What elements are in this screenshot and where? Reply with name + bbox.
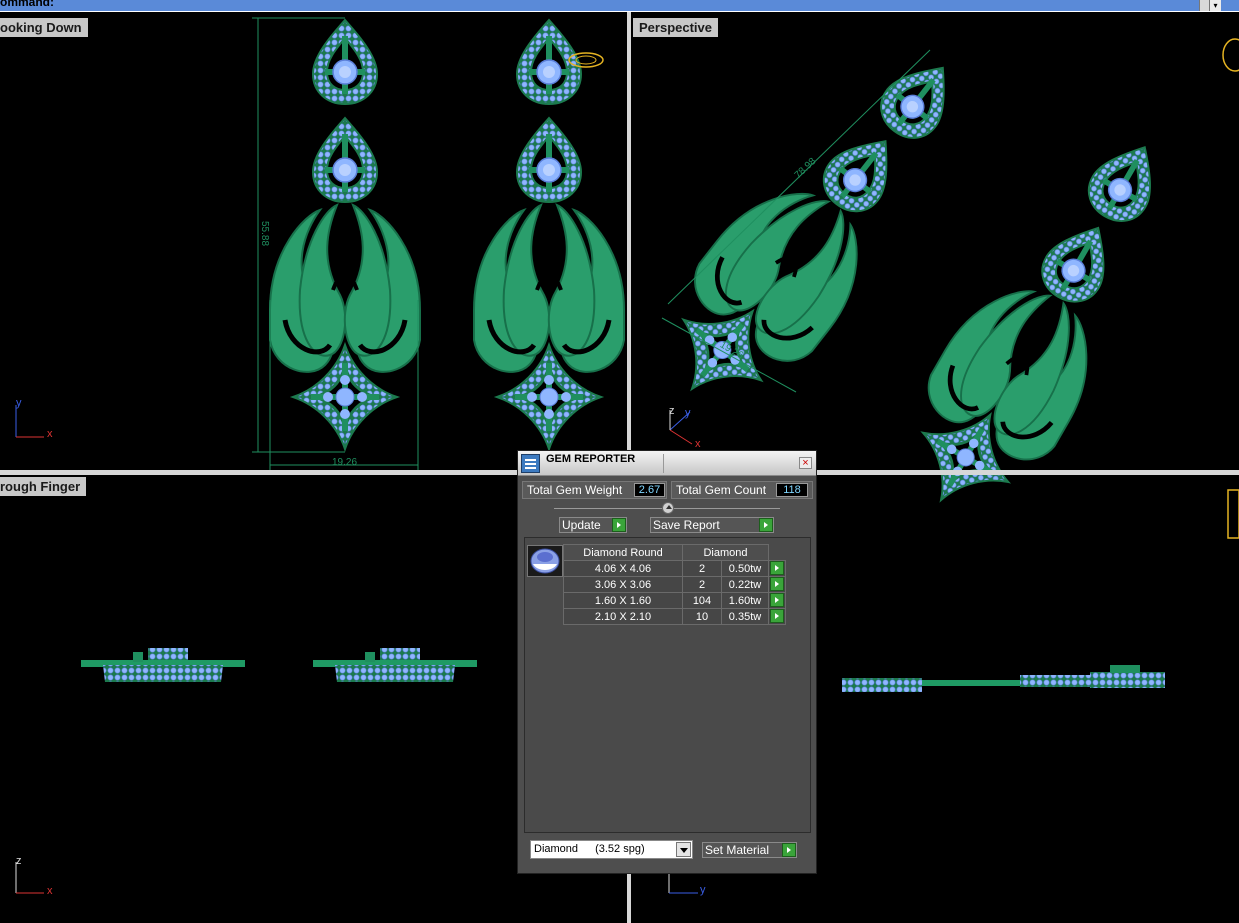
update-label: Update [562,518,601,532]
gem-size: 3.06 X 3.06 [563,576,683,593]
axis-y-label: y [16,397,22,409]
total-gem-weight-value: 2.67 [634,483,665,497]
arrow-right-icon [770,609,784,623]
arrow-right-icon [770,561,784,575]
total-gem-weight-label: Total Gem Weight [527,483,623,497]
row-go-button[interactable] [768,592,786,609]
axis-icon-bottom-right [668,872,698,894]
gem-weight: 0.35tw [721,608,769,625]
viewport-title-perspective[interactable]: Perspective [633,18,718,37]
save-report-label: Save Report [653,518,720,532]
update-go-icon [612,518,626,532]
axis-x-label: x [695,438,701,450]
gem-size: 2.10 X 2.10 [563,608,683,625]
material-spg: (3.52 spg) [595,843,645,855]
axis-x-label: x [47,885,53,897]
total-gem-count-label: Total Gem Count [676,483,767,497]
table-row[interactable]: 3.06 X 3.06 2 0.22tw [563,576,786,593]
gem-reporter-dialog: GEM REPORTER × Total Gem Weight 2.67 Tot… [517,450,817,874]
gem-weight: 1.60tw [721,592,769,609]
dialog-slider-knob[interactable] [662,502,674,514]
dialog-titlebar[interactable]: GEM REPORTER × [518,451,816,476]
save-report-button[interactable]: Save Report [650,517,774,533]
row-go-button[interactable] [768,560,786,577]
row-go-button[interactable] [768,576,786,593]
set-material-button[interactable]: Set Material [702,842,797,858]
dialog-title: GEM REPORTER [546,453,636,465]
axis-y-label: y [685,407,691,419]
gem-table: Diamond Round Diamond 4.06 X 4.06 2 0.50… [563,544,786,625]
gem-weight: 0.22tw [721,576,769,593]
chevron-down-icon[interactable] [676,842,691,857]
table-row[interactable]: 4.06 X 4.06 2 0.50tw [563,560,786,577]
gem-weight: 0.50tw [721,560,769,577]
arrow-right-icon [770,593,784,607]
titlebar-separator [663,454,664,473]
set-material-go-icon [782,843,796,857]
close-icon[interactable]: × [799,457,812,469]
earring-side-left [81,648,477,682]
row-go-button[interactable] [768,608,786,625]
gem-table-header: Diamond Round Diamond [563,544,786,561]
dimension-height-label: 55.88 [259,220,271,247]
axis-z-label: z [16,855,22,867]
gem-shape-header: Diamond Round [563,544,683,561]
axis-y-label: y [700,884,706,896]
table-row[interactable]: 1.60 X 1.60 104 1.60tw [563,592,786,609]
gem-count: 104 [682,592,722,609]
axis-z-label: z [669,405,675,417]
gem-material-header: Diamond [682,544,769,561]
save-report-go-icon [759,518,773,532]
material-name: Diamond [534,843,579,855]
axis-x-label: x [47,428,53,440]
viewport-title-bottom-left[interactable]: rough Finger [0,477,87,496]
earring-top-left [252,17,624,470]
set-material-label: Set Material [705,843,770,857]
gem-size: 1.60 X 1.60 [563,592,683,609]
total-gem-count: Total Gem Count 118 [671,481,813,499]
update-button[interactable]: Update [559,517,627,533]
gem-count: 2 [682,560,722,577]
cad-workspace: ommand: ▾ 55.88 19.26 78.98 19.26 y x z … [0,0,1239,923]
diamond-icon [530,548,560,574]
earring-side-right [842,489,1239,692]
gem-size: 4.06 X 4.06 [563,560,683,577]
gem-reporter-icon [521,454,540,473]
arrow-right-icon [770,577,784,591]
gem-count: 10 [682,608,722,625]
total-gem-weight: Total Gem Weight 2.67 [522,481,667,499]
axis-icon-top-left [15,405,44,438]
table-row[interactable]: 2.10 X 2.10 10 0.35tw [563,608,786,625]
gem-count: 2 [682,576,722,593]
viewport-title-top-left[interactable]: ooking Down [0,18,88,37]
dimension-width-label: 19.26 [332,457,358,468]
diamond-thumbnail [527,545,563,577]
material-select[interactable]: Diamond (3.52 spg) [530,840,693,859]
total-gem-count-value: 118 [776,483,808,497]
